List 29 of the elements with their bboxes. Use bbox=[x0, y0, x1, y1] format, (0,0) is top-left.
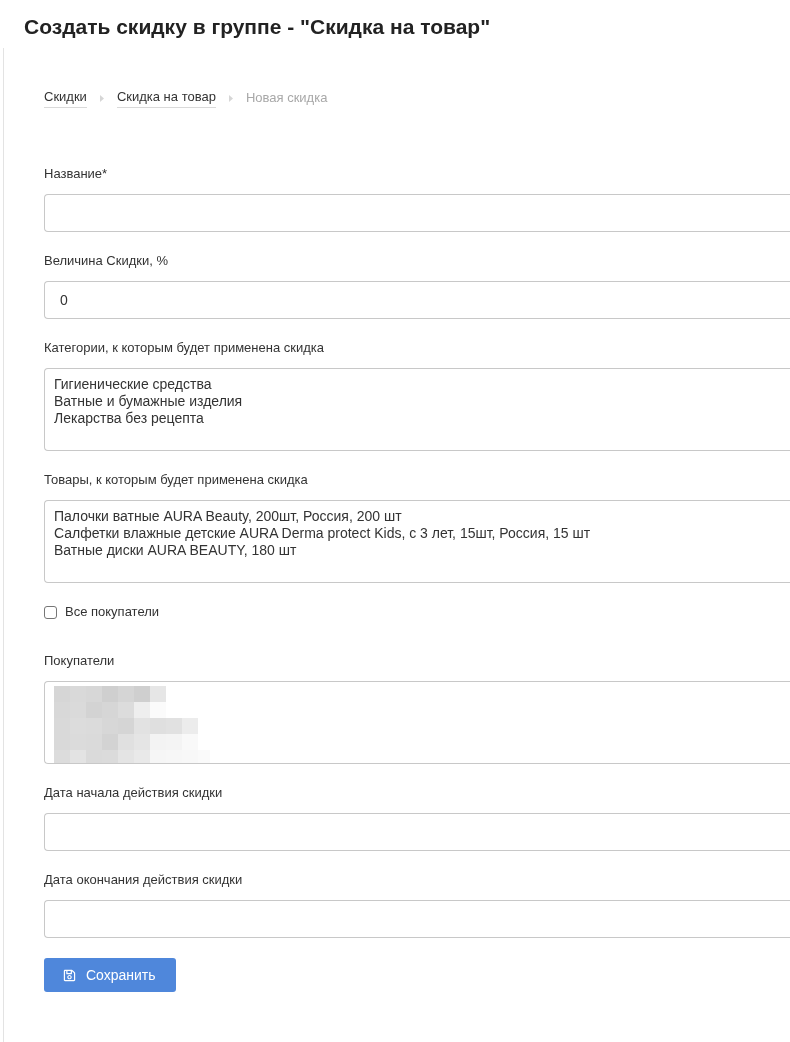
caret-right-icon bbox=[228, 94, 233, 102]
page-title: Создать скидку в группе - "Скидка на товар" bbox=[24, 14, 492, 40]
field-label: Название* bbox=[44, 166, 108, 181]
breadcrumb-link[interactable]: Скидки bbox=[44, 88, 87, 108]
field-label: Дата начала действия скидки bbox=[44, 785, 223, 800]
field-label: Товары, к которым будет применена скидка bbox=[44, 472, 308, 487]
checkbox[interactable] bbox=[44, 605, 57, 619]
field-label: Категории, к которым будет применена скидка bbox=[44, 340, 324, 355]
input-field[interactable] bbox=[44, 813, 790, 851]
input-field[interactable] bbox=[44, 194, 790, 232]
breadcrumb-current: Новая скидка bbox=[245, 89, 328, 107]
field-label: Величина Скидки, % bbox=[44, 253, 169, 268]
list-option[interactable]: Ватные и бумажные изделия bbox=[54, 393, 243, 410]
caret-right-icon bbox=[99, 94, 104, 102]
list-option[interactable]: Лекарства без рецепта bbox=[54, 410, 204, 427]
field-label: Покупатели bbox=[44, 653, 115, 668]
breadcrumb-link[interactable]: Скидка на товар bbox=[116, 88, 216, 108]
save-button[interactable]: Сохранить bbox=[44, 958, 176, 992]
field-label: Дата окончания действия скидки bbox=[44, 872, 243, 887]
checkbox-label[interactable]: Все покупатели bbox=[65, 602, 160, 622]
multi-select-field[interactable]: Палочки ватные AURA Beauty, 200шт, Россия, 200 шт Салфетки влажные детские AURA Derma protect Kids, с 3 лет, 15шт, Россия, 15 шт Ватные диски AURA BEAUTY, 180 шт bbox=[44, 500, 790, 583]
list-option[interactable]: Ватные диски AURA BEAUTY, 180 шт bbox=[54, 542, 297, 559]
list-option[interactable]: Гигиенические средства bbox=[54, 376, 212, 393]
multi-select-field[interactable] bbox=[44, 681, 790, 764]
list-option[interactable]: Салфетки влажные детские AURA Derma protect Kids, с 3 лет, 15шт, Россия, 15 шт bbox=[54, 525, 591, 542]
input-field[interactable] bbox=[44, 900, 790, 938]
list-option[interactable]: Палочки ватные AURA Beauty, 200шт, Россия, 200 шт bbox=[54, 508, 402, 525]
multi-select-field[interactable]: Гигиенические средства Ватные и бумажные изделия Лекарства без рецепта bbox=[44, 368, 790, 451]
input-field[interactable]: 0 bbox=[44, 281, 790, 319]
